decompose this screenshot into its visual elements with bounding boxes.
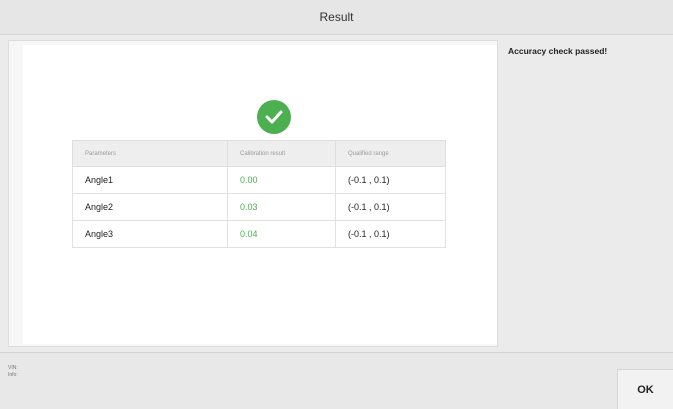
result-cell: 0.03 <box>227 193 336 221</box>
parameter-cell: Angle1 <box>72 166 228 194</box>
bottom-bar: VIN: Info: OK <box>0 352 673 409</box>
header-parameters: Parameters <box>72 140 228 167</box>
range-cell: (-0.1 , 0.1) <box>335 166 446 194</box>
check-circle-icon <box>257 100 291 134</box>
checkmark-icon <box>265 110 283 124</box>
range-cell: (-0.1 , 0.1) <box>335 220 446 248</box>
ok-button[interactable]: OK <box>617 369 673 409</box>
parameter-cell: Angle3 <box>72 220 228 248</box>
header-calibration-result: Calibration result <box>227 140 336 167</box>
header-qualified-range: Qualified range <box>335 140 446 167</box>
table-row: Angle1 0.00 (-0.1 , 0.1) <box>72 166 446 194</box>
result-cell: 0.04 <box>227 220 336 248</box>
vin-label: VIN: <box>8 365 18 371</box>
results-table: Parameters Calibration result Qualified … <box>72 140 446 248</box>
title-bar: Result <box>0 0 673 35</box>
status-message: Accuracy check passed! <box>508 46 608 56</box>
range-cell: (-0.1 , 0.1) <box>335 193 446 221</box>
parameter-cell: Angle2 <box>72 193 228 221</box>
info-label: Info: <box>8 372 18 378</box>
table-header-row: Parameters Calibration result Qualified … <box>72 140 446 167</box>
result-cell: 0.00 <box>227 166 336 194</box>
table-row: Angle2 0.03 (-0.1 , 0.1) <box>72 193 446 221</box>
window-title: Result <box>319 10 354 24</box>
table-row: Angle3 0.04 (-0.1 , 0.1) <box>72 220 446 248</box>
